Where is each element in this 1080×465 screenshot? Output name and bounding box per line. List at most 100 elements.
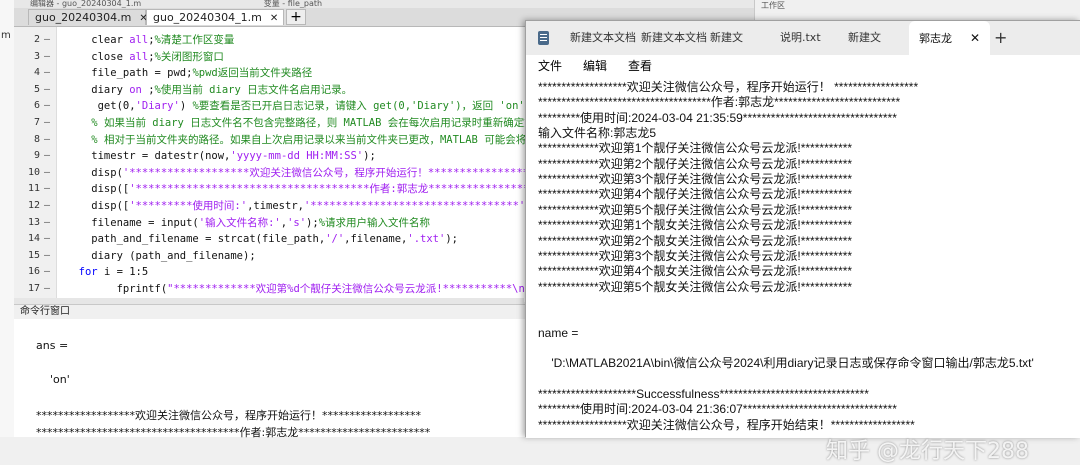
command-output-line: *************************************作者:… bbox=[36, 426, 431, 439]
line-number: 15 bbox=[27, 249, 40, 261]
notepad-text-line: *************欢迎第1个靓女关注微信公众号云龙派!*********… bbox=[538, 218, 853, 233]
notepad-text-line: name = bbox=[538, 325, 579, 340]
notepad-text-area[interactable]: *******************欢迎关注微信公众号，程序开始运行！ ***… bbox=[526, 77, 1080, 464]
breakpoint-marker[interactable]: — bbox=[44, 248, 50, 264]
code-text: disp(['*********使用时间:',timestr,'********… bbox=[66, 200, 544, 212]
line-number: 7 bbox=[33, 117, 40, 128]
notepad-tab-active[interactable]: 郭志龙 ✕ bbox=[909, 21, 991, 55]
breakpoint-marker[interactable]: — bbox=[44, 115, 50, 131]
breakpoint-marker[interactable]: — bbox=[44, 132, 50, 148]
notepad-text-line: *************欢迎第4个靓仔关注微信公众号云龙派!*********… bbox=[538, 187, 853, 202]
notepad-text-line: *************欢迎第2个靓女关注微信公众号云龙派!*********… bbox=[538, 233, 853, 248]
line-number: 17 bbox=[27, 283, 40, 294]
tab-label: guo_20240304_1.m bbox=[153, 11, 262, 24]
tab-guo-20240304[interactable]: guo_20240304.m ✕ bbox=[28, 9, 148, 25]
notepad-tab[interactable]: 新建文本文档 bbox=[570, 21, 636, 55]
code-text: filename = input('输入文件名称:','s');%请求用户输入文… bbox=[66, 216, 431, 229]
notepad-tab[interactable]: 新建文 bbox=[710, 21, 743, 55]
menu-edit[interactable]: 编辑 bbox=[583, 55, 607, 77]
code-text: for i = 1:5 bbox=[78, 266, 149, 279]
breakpoint-marker[interactable]: — bbox=[44, 32, 50, 48]
code-text: diary (path_and_filename); bbox=[66, 249, 256, 262]
line-number: 14 bbox=[27, 233, 40, 245]
editor-title-bar: 编辑器 - guo_20240304_1.m 变量 - file_path bbox=[14, 0, 754, 8]
code-text: get(0,'Diary') %要查看是否已开启日志记录，请键入 get(0,'… bbox=[66, 100, 580, 113]
variable-editor-title[interactable]: 变量 - file_path bbox=[264, 0, 322, 8]
breakpoint-marker[interactable]: — bbox=[44, 215, 50, 231]
code-text: % 如果当前 diary 日志文件名不包含完整路径，则 MATLAB 会在每次启… bbox=[91, 117, 567, 129]
breakpoint-marker[interactable]: — bbox=[44, 165, 50, 181]
breakpoint-marker[interactable]: — bbox=[44, 181, 50, 197]
left-strip-label: m bbox=[1, 30, 11, 41]
notepad-window[interactable]: 新建文本文档 新建文本文档 新建文 说明.txt 新建文 郭志龙 ✕ + 文件 编… bbox=[525, 20, 1080, 464]
command-output-line: 'on' bbox=[36, 373, 70, 386]
line-number: 13 bbox=[27, 216, 40, 228]
notepad-text-line: *************欢迎第5个靓女关注微信公众号云龙派!*********… bbox=[538, 279, 853, 294]
notepad-tab-label: 郭志龙 bbox=[919, 32, 952, 45]
tab-guo-20240304-1[interactable]: guo_20240304_1.m ✕ bbox=[146, 9, 284, 25]
breakpoint-marker[interactable]: — bbox=[44, 198, 50, 214]
notepad-tab[interactable]: 新建文 bbox=[848, 21, 881, 55]
new-tab-button[interactable]: + bbox=[994, 21, 1007, 55]
breakpoint-marker[interactable]: — bbox=[44, 49, 50, 65]
line-number: 10 bbox=[27, 166, 40, 178]
line-number: 3 bbox=[33, 50, 40, 62]
code-text: clear all;%清楚工作区变量 bbox=[66, 34, 235, 46]
line-number: 9 bbox=[33, 150, 40, 162]
command-output-line: ans = bbox=[36, 339, 69, 352]
notepad-text-line: *************欢迎第2个靓仔关注微信公众号云龙派!*********… bbox=[538, 156, 853, 171]
notepad-text-line: *************欢迎第3个靓仔关注微信公众号云龙派!*********… bbox=[538, 172, 853, 187]
notepad-text-line: *******************欢迎关注微信公众号，程序开始运行！ ***… bbox=[538, 80, 919, 94]
line-number: 4 bbox=[33, 67, 40, 79]
breakpoint-marker[interactable]: — bbox=[44, 148, 50, 164]
workspace-title: 工作区 bbox=[761, 1, 785, 10]
code-text: file_path = pwd;%pwd返回当前文件夹路径 bbox=[66, 67, 313, 80]
close-icon[interactable]: ✕ bbox=[970, 31, 980, 45]
breakpoint-marker[interactable]: — bbox=[44, 264, 50, 280]
notepad-text-line: 输入文件名称:郭志龙5 bbox=[538, 126, 657, 141]
menu-view[interactable]: 查看 bbox=[628, 55, 652, 77]
editor-window-title: 编辑器 - guo_20240304_1.m bbox=[30, 0, 142, 8]
breakpoint-marker[interactable]: — bbox=[44, 281, 50, 297]
breakpoint-marker[interactable]: — bbox=[44, 231, 50, 247]
code-text: disp('*******************欢迎关注微信公众号，程序开始运… bbox=[66, 166, 560, 179]
breakpoint-marker[interactable]: — bbox=[44, 98, 50, 114]
line-number: 2 bbox=[33, 34, 40, 45]
line-number: 8 bbox=[33, 133, 40, 145]
line-number: 6 bbox=[33, 100, 40, 112]
command-output-line: ******************欢迎关注微信公众号，程序开始运行！*****… bbox=[36, 409, 421, 422]
notepad-menu-bar: 文件 编辑 查看 bbox=[526, 55, 1080, 77]
notepad-text-line: *************欢迎第4个靓女关注微信公众号云龙派!*********… bbox=[538, 264, 853, 279]
code-text: close all;%关闭图形窗口 bbox=[66, 50, 224, 63]
notepad-tab-bar: 新建文本文档 新建文本文档 新建文 说明.txt 新建文 郭志龙 ✕ + bbox=[526, 21, 1080, 55]
line-number: 16 bbox=[27, 266, 40, 278]
line-number: 11 bbox=[27, 183, 40, 195]
line-number: 12 bbox=[27, 200, 40, 211]
notepad-tab[interactable]: 新建文本文档 bbox=[641, 21, 707, 55]
notepad-text-line: *************欢迎第1个靓仔关注微信公众号云龙派!*********… bbox=[538, 141, 853, 156]
notepad-text-line: *********************Successfulness*****… bbox=[538, 387, 869, 401]
notepad-text-line: *********使用时间:2024-03-04 21:35:59*******… bbox=[538, 110, 897, 125]
code-text: path_and_filename = strcat(file_path,'/'… bbox=[66, 233, 458, 246]
notepad-text-line: *********使用时间:2024-03-04 21:36:07*******… bbox=[538, 402, 897, 417]
code-text: timestr = datestr(now,'yyyy-mm-dd HH:MM:… bbox=[66, 150, 376, 163]
breakpoint-marker[interactable]: — bbox=[44, 82, 50, 98]
line-number: 5 bbox=[33, 83, 40, 95]
command-window-title: 命令行窗口 bbox=[20, 306, 70, 317]
notepad-text-line: 'D:\MATLAB2021A\bin\微信公众号2024\利用diary记录日… bbox=[538, 356, 1034, 371]
close-icon[interactable]: ✕ bbox=[270, 13, 278, 24]
notepad-text-line: *************欢迎第5个靓仔关注微信公众号云龙派!*********… bbox=[538, 202, 853, 217]
notepad-tab[interactable]: 说明.txt bbox=[780, 21, 821, 55]
breakpoint-marker[interactable]: — bbox=[44, 65, 50, 81]
menu-file[interactable]: 文件 bbox=[538, 55, 562, 77]
code-text: diary on ;%使用当前 diary 日志文件名启用记录。 bbox=[66, 83, 353, 96]
new-tab-button[interactable]: + bbox=[286, 9, 306, 25]
left-panel-strip: m bbox=[0, 0, 15, 437]
notepad-text-line: *************************************作者:… bbox=[538, 95, 901, 110]
tab-label: guo_20240304.m bbox=[35, 11, 132, 24]
notepad-text-line: *******************欢迎关注微信公众号，程序开始结束！****… bbox=[538, 417, 915, 432]
notepad-app-icon bbox=[538, 31, 549, 45]
notepad-text-line: *************欢迎第3个靓女关注微信公众号云龙派!*********… bbox=[538, 248, 853, 263]
code-text: fprintf("*************欢迎第%d个靓仔关注微信公众号云龙派… bbox=[66, 283, 557, 295]
watermark-text: 知乎 @龙行天下288 bbox=[826, 439, 1029, 464]
